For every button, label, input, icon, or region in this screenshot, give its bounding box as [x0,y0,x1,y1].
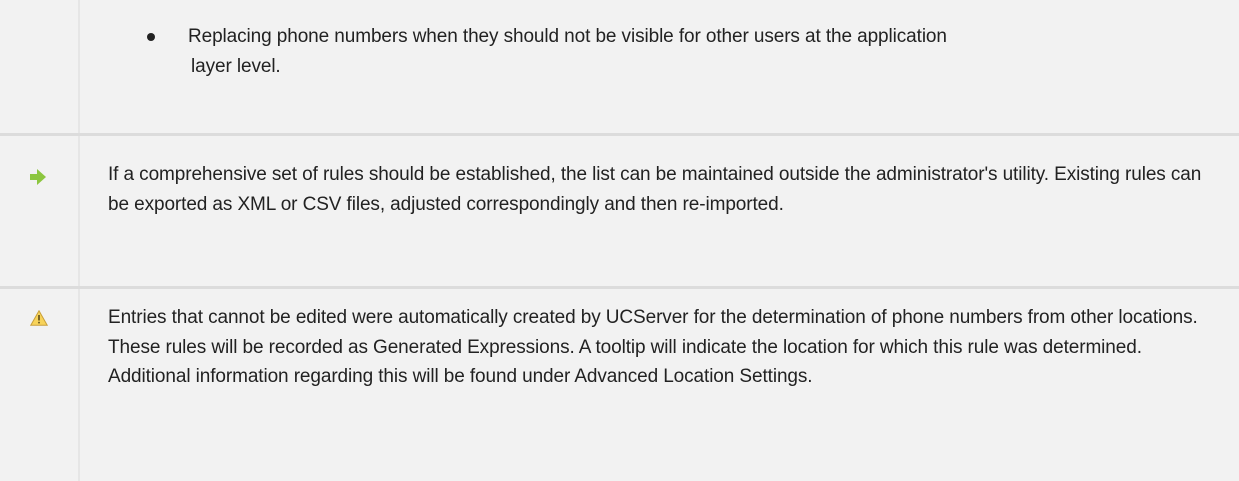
bullet-row: Replacing phone numbers when they should… [0,0,1239,133]
warning-text: Entries that cannot be edited were autom… [108,307,1198,387]
tip-text: If a comprehensive set of rules should b… [108,164,1202,215]
info-table: Replacing phone numbers when they should… [0,0,1239,481]
bullet-text: Replacing phone numbers when they should… [188,22,1228,81]
warning-row: Entries that cannot be edited were autom… [0,289,1239,481]
warning-triangle-icon [30,310,48,326]
bullet-text-line1: Replacing phone numbers when they should… [188,26,947,47]
bullet-dot [147,33,155,41]
tip-row: If a comprehensive set of rules should b… [0,136,1239,286]
arrow-right-icon [30,169,46,185]
bullet-text-line2: layer level. [191,55,281,77]
icon-cell [0,0,80,133]
icon-cell [0,136,80,286]
